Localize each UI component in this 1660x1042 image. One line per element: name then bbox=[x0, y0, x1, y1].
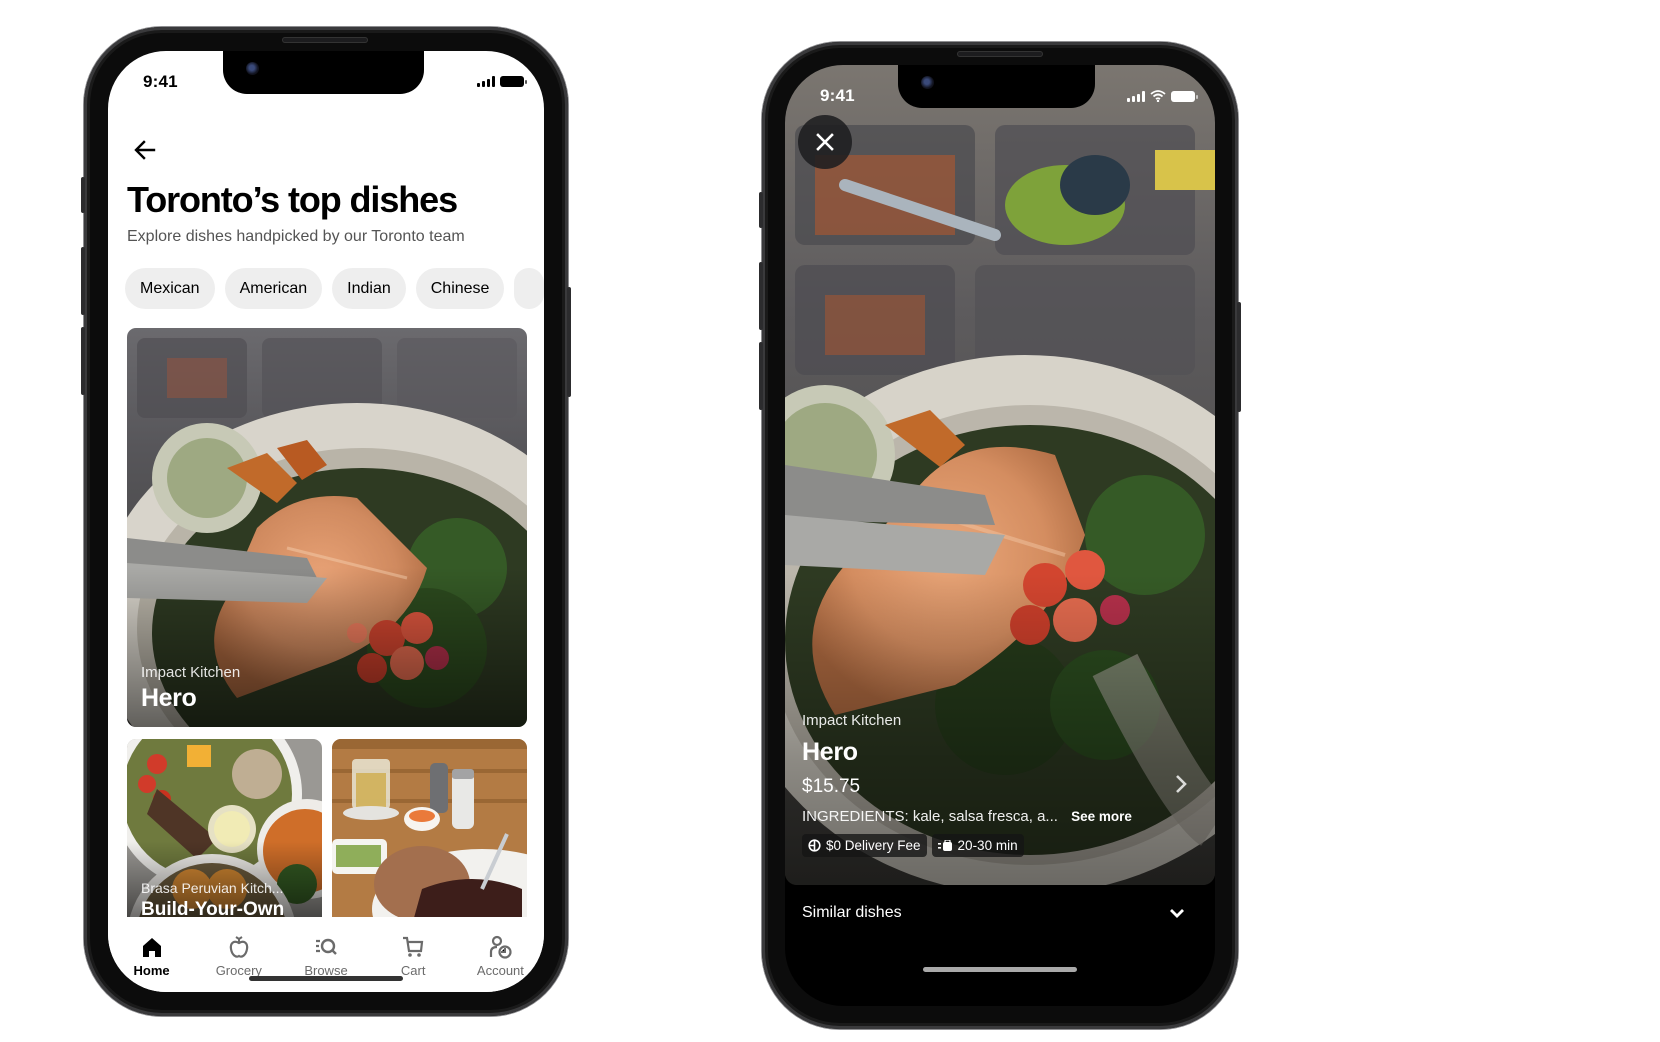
delivery-fee-badge: $0 Delivery Fee bbox=[802, 834, 927, 857]
page-title: Toronto’s top dishes bbox=[127, 179, 458, 220]
delivery-fee-text: $0 Delivery Fee bbox=[826, 838, 921, 853]
earpiece-speaker bbox=[282, 37, 368, 43]
status-icons bbox=[1127, 90, 1198, 102]
featured-card-meta: Impact Kitchen Hero bbox=[141, 664, 240, 713]
battery-icon bbox=[1171, 90, 1198, 102]
chip-american[interactable]: American bbox=[224, 268, 323, 309]
delivery-time-badge: 20-30 min bbox=[931, 834, 1024, 857]
uber-one-icon bbox=[808, 839, 821, 852]
home-indicator[interactable] bbox=[249, 976, 403, 981]
cuisine-chip-row: Mexican American Indian Chinese bbox=[125, 268, 544, 309]
chip-chinese[interactable]: Chinese bbox=[415, 268, 505, 309]
delivery-time-text: 20-30 min bbox=[957, 838, 1018, 853]
apple-icon bbox=[229, 936, 249, 958]
ingredients-text: INGREDIENTS: kale, salsa fresca, a... bbox=[802, 808, 1058, 825]
home-icon bbox=[142, 938, 161, 957]
chip-mexican[interactable]: Mexican bbox=[125, 268, 215, 309]
brasa-card-meta: Brasa Peruvian Kitch... Build-Your-Own bbox=[141, 880, 284, 921]
power-button bbox=[1237, 302, 1241, 412]
featured-dish-card[interactable]: Impact Kitchen Hero bbox=[127, 328, 527, 727]
status-icons bbox=[477, 76, 527, 87]
see-more-link[interactable]: See more bbox=[1071, 809, 1132, 824]
featured-dish-name: Hero bbox=[141, 684, 197, 712]
dish-detail-overlay: Impact Kitchen Hero $15.75 INGREDIENTS: … bbox=[802, 712, 1202, 857]
rice-and-steak-photo bbox=[332, 739, 527, 925]
next-dish-button[interactable] bbox=[1175, 774, 1187, 799]
status-time: 9:41 bbox=[143, 72, 178, 91]
front-camera bbox=[921, 76, 934, 89]
dish-name: Hero bbox=[802, 738, 858, 766]
brasa-restaurant-name: Brasa Peruvian Kitch... bbox=[141, 880, 284, 896]
info-badges: $0 Delivery Fee 20-30 min bbox=[802, 834, 1202, 857]
power-button bbox=[567, 287, 571, 397]
back-button[interactable] bbox=[130, 135, 160, 165]
chip-indian[interactable]: Indian bbox=[332, 268, 406, 309]
volume-down-button bbox=[81, 327, 85, 395]
screen-dish-video: 9:41 Impact Kitchen Hero $15.75 INGREDIE… bbox=[785, 65, 1215, 1006]
front-camera bbox=[246, 62, 259, 75]
volume-up-button bbox=[759, 262, 763, 330]
dish-card-brasa[interactable]: Brasa Peruvian Kitch... Build-Your-Own bbox=[127, 739, 322, 925]
dish-price: $15.75 bbox=[802, 776, 861, 797]
tab-account[interactable]: Account bbox=[457, 917, 544, 992]
tab-cart-label: Cart bbox=[400, 963, 426, 978]
mute-switch bbox=[81, 177, 85, 213]
phone-frame-right: 9:41 Impact Kitchen Hero $15.75 INGREDIE… bbox=[759, 42, 1241, 1029]
tab-home[interactable]: Home bbox=[108, 917, 195, 992]
dish-card-rice-steak[interactable] bbox=[332, 739, 527, 925]
chip-partial[interactable] bbox=[514, 268, 544, 309]
notch bbox=[898, 65, 1095, 108]
mute-switch bbox=[759, 192, 763, 228]
phone-frame-left: 9:41 Toronto’s top dishes Explore dishes… bbox=[81, 27, 571, 1016]
restaurant-name: Impact Kitchen bbox=[802, 712, 902, 729]
delivery-time-icon bbox=[937, 839, 952, 851]
close-button[interactable] bbox=[798, 115, 852, 169]
page-subtitle: Explore dishes handpicked by our Toronto… bbox=[127, 228, 465, 245]
arrow-left-icon bbox=[134, 140, 156, 160]
chevron-right-icon bbox=[1176, 775, 1187, 793]
volume-down-button bbox=[759, 342, 763, 410]
wifi-icon bbox=[1150, 90, 1166, 102]
tab-home-label: Home bbox=[133, 963, 170, 978]
dish-video-player[interactable]: 9:41 Impact Kitchen Hero $15.75 INGREDIE… bbox=[785, 65, 1215, 885]
cart-icon bbox=[403, 936, 424, 957]
cellular-signal-icon bbox=[477, 76, 495, 87]
browse-search-icon bbox=[316, 938, 337, 955]
ingredients-line: INGREDIENTS: kale, salsa fresca, a... Se… bbox=[802, 808, 1202, 825]
notch bbox=[223, 51, 424, 94]
featured-restaurant-name: Impact Kitchen bbox=[141, 664, 241, 681]
home-indicator[interactable] bbox=[923, 967, 1077, 972]
status-time: 9:41 bbox=[820, 86, 855, 105]
earpiece-speaker bbox=[957, 51, 1043, 57]
battery-icon bbox=[500, 76, 527, 87]
similar-dishes-label: Similar dishes bbox=[802, 904, 902, 921]
similar-dishes-toggle[interactable]: Similar dishes bbox=[802, 895, 1185, 931]
cellular-signal-icon bbox=[1127, 90, 1145, 102]
volume-up-button bbox=[81, 247, 85, 315]
screen-top-dishes: 9:41 Toronto’s top dishes Explore dishes… bbox=[108, 51, 544, 992]
tab-account-label: Account bbox=[476, 963, 524, 978]
chevron-down-icon bbox=[1170, 909, 1184, 918]
account-icon bbox=[490, 935, 513, 959]
close-icon bbox=[816, 133, 834, 151]
